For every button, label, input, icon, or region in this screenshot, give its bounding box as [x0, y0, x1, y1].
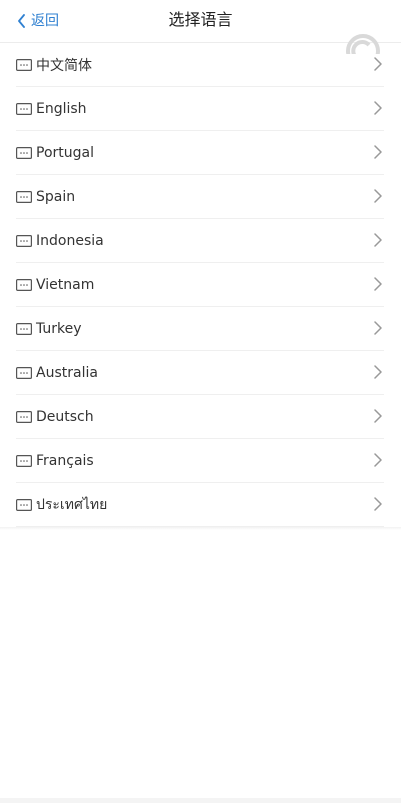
message-box-icon — [16, 190, 32, 203]
chevron-right-icon — [374, 365, 382, 379]
language-item[interactable]: Indonesia — [16, 219, 384, 263]
language-item[interactable]: Portugal — [16, 131, 384, 175]
language-item[interactable]: Spain — [16, 175, 384, 219]
message-box-icon — [16, 58, 32, 71]
message-box-icon — [16, 146, 32, 159]
language-item[interactable]: Vietnam — [16, 263, 384, 307]
language-item[interactable]: 中文简体 — [16, 43, 384, 87]
chevron-right-icon — [374, 145, 382, 159]
language-label: Australia — [36, 364, 98, 381]
message-box-icon — [16, 234, 32, 247]
language-item[interactable]: Français — [16, 439, 384, 483]
language-item[interactable]: Turkey — [16, 307, 384, 351]
language-label: 中文简体 — [36, 57, 92, 74]
chevron-right-icon — [374, 497, 382, 511]
language-item[interactable]: Deutsch — [16, 395, 384, 439]
message-box-icon — [16, 366, 32, 379]
message-box-icon — [16, 102, 32, 115]
message-box-icon — [16, 322, 32, 335]
bottom-bar — [0, 798, 401, 803]
chevron-right-icon — [374, 101, 382, 115]
language-item[interactable]: ประเทศไทย — [16, 483, 384, 527]
chevron-right-icon — [374, 189, 382, 203]
language-label: Turkey — [36, 320, 82, 337]
language-label: Indonesia — [36, 232, 104, 249]
language-label: Deutsch — [36, 408, 94, 425]
chevron-right-icon — [374, 277, 382, 291]
language-label: Vietnam — [36, 276, 95, 293]
list-divider — [0, 527, 401, 530]
language-label: Français — [36, 452, 94, 469]
language-label: ประเทศไทย — [36, 496, 108, 513]
language-label: English — [36, 100, 87, 117]
chevron-right-icon — [374, 409, 382, 423]
chevron-right-icon — [374, 453, 382, 467]
message-box-icon — [16, 454, 32, 467]
message-box-icon — [16, 278, 32, 291]
language-item[interactable]: English — [16, 87, 384, 131]
message-box-icon — [16, 410, 32, 423]
nav-bar: 返回 选择语言 — [0, 0, 401, 43]
language-list: 中文简体 English Portugal Spain Indonesia Vi… — [0, 43, 401, 527]
language-label: Spain — [36, 188, 76, 205]
page-title: 选择语言 — [168, 10, 233, 29]
message-box-icon — [16, 498, 32, 511]
chevron-right-icon — [374, 57, 382, 71]
chevron-right-icon — [374, 321, 382, 335]
language-item[interactable]: Australia — [16, 351, 384, 395]
language-label: Portugal — [36, 144, 94, 161]
chevron-right-icon — [374, 233, 382, 247]
